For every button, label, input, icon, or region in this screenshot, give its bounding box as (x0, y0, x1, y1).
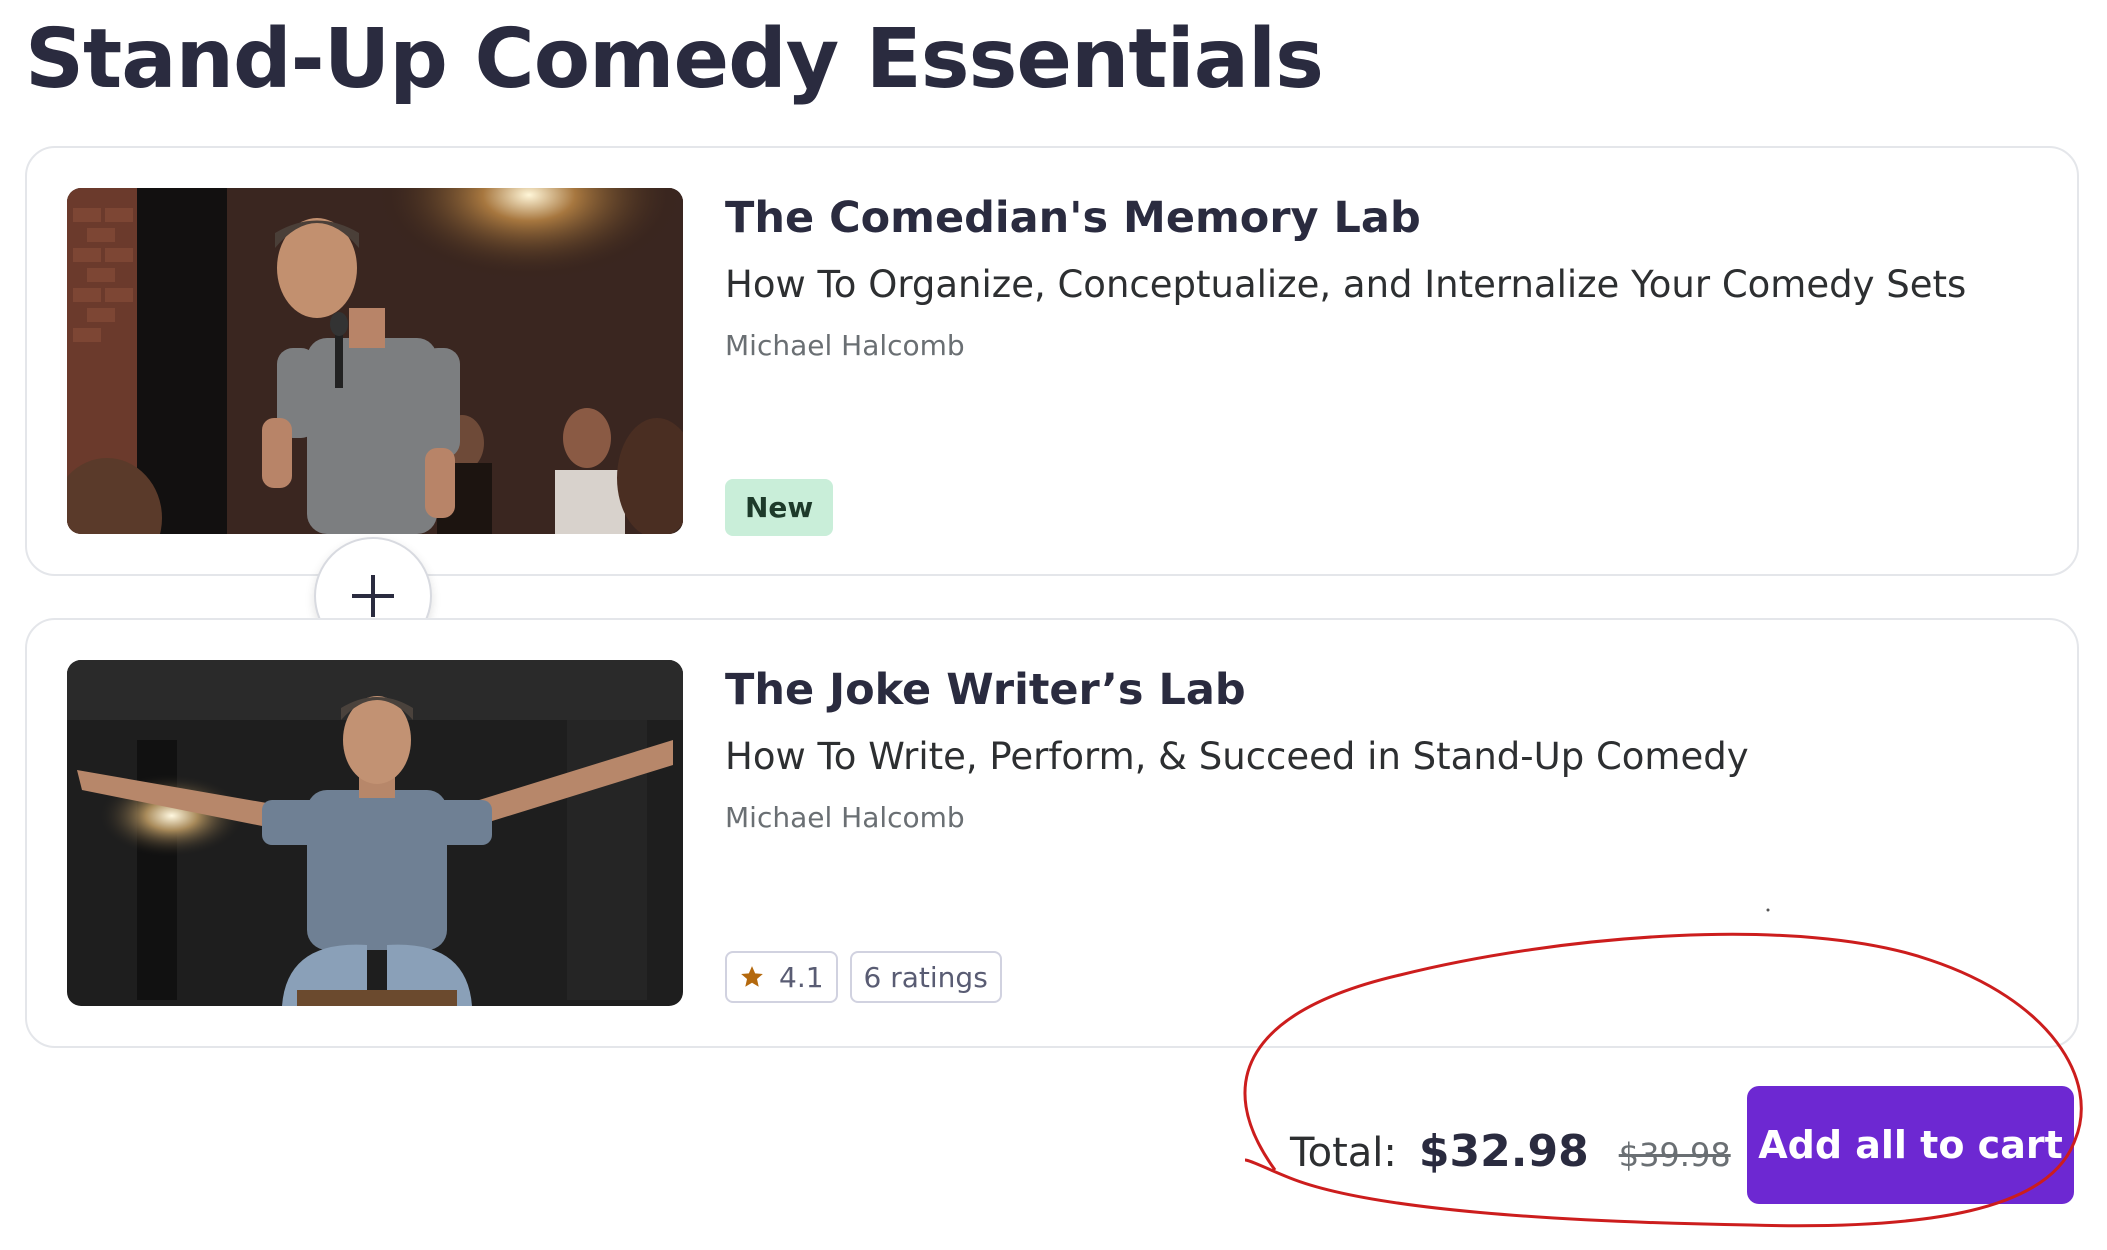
course-thumbnail[interactable] (67, 660, 683, 1006)
new-badge: New (725, 479, 834, 536)
course-subtitle: How To Write, Perform, & Succeed in Stan… (725, 735, 1749, 778)
rating-score: 4.1 (725, 951, 838, 1003)
course-card[interactable]: The Joke Writer’s Lab How To Write, Perf… (25, 618, 2079, 1048)
course-subtitle: How To Organize, Conceptualize, and Inte… (725, 263, 1967, 306)
rating-value: 4.1 (779, 960, 824, 994)
page-title: Stand-Up Comedy Essentials (25, 12, 1324, 107)
course-title[interactable]: The Joke Writer’s Lab (725, 660, 2037, 720)
star-icon (741, 966, 763, 987)
course-title[interactable]: The Comedian's Memory Lab (725, 188, 2037, 248)
course-thumbnail[interactable] (67, 188, 683, 534)
total-price: $32.98 (1418, 1126, 1589, 1177)
total-label: Total: (1290, 1130, 1397, 1176)
comedian-on-stage-image (67, 188, 683, 534)
course-card[interactable]: The Comedian's Memory Lab How To Organiz… (25, 146, 2079, 576)
original-price: $39.98 (1618, 1136, 1731, 1174)
bundle-total: Total: $32.98 $39.98 (1290, 1126, 1731, 1177)
course-author: Michael Halcomb (725, 329, 965, 362)
rating-row: 4.1 6 ratings (725, 951, 1002, 1003)
add-all-to-cart-button[interactable]: Add all to cart (1747, 1086, 2074, 1204)
comedian-seated-image (67, 660, 683, 1006)
ratings-count-text: 6 ratings (863, 960, 988, 994)
ratings-count: 6 ratings (849, 951, 1002, 1003)
course-author: Michael Halcomb (725, 801, 965, 834)
plus-icon (352, 575, 394, 617)
